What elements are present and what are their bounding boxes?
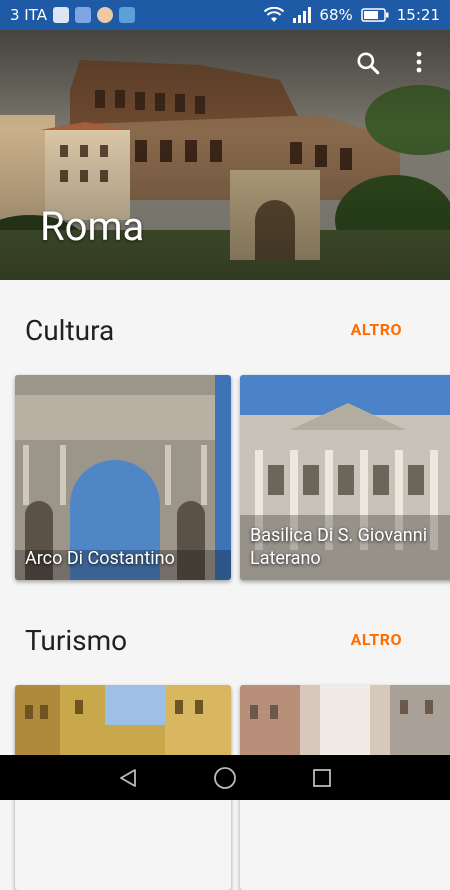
- avatar-icon: [97, 7, 113, 23]
- status-bar: 3 ITA 68% 15:21: [0, 0, 450, 30]
- battery-icon: [361, 8, 389, 22]
- home-button[interactable]: [205, 758, 245, 798]
- clock: 15:21: [396, 6, 440, 24]
- gallery-icon: [119, 7, 135, 23]
- card-label: Arco Di Costantino: [25, 548, 175, 569]
- recents-button[interactable]: [302, 758, 342, 798]
- section-title-cultura: Cultura: [25, 314, 115, 347]
- photo-icon: [53, 7, 69, 23]
- city-hero-header: Roma: [0, 30, 450, 280]
- card-image: [15, 685, 231, 765]
- home-icon: [214, 766, 236, 789]
- card-label: Basilica Di S. Giovanni Laterano: [250, 525, 428, 569]
- bluetooth-app-icon: [75, 7, 91, 23]
- search-button[interactable]: [355, 50, 385, 80]
- signal-icon: [293, 7, 312, 23]
- system-nav-bar: [0, 755, 450, 800]
- more-button-cultura[interactable]: ALTRO: [351, 320, 402, 339]
- city-title: Roma: [40, 203, 145, 250]
- place-card[interactable]: Basilica Di S. Giovanni Laterano: [240, 375, 450, 580]
- wifi-icon: [264, 7, 285, 22]
- search-icon: [357, 52, 380, 75]
- carrier-label: 3 ITA: [10, 6, 47, 24]
- battery-percent: 68%: [319, 6, 353, 24]
- place-card[interactable]: Arco Di Costantino: [15, 375, 231, 580]
- overflow-menu-button[interactable]: [407, 50, 437, 80]
- back-button[interactable]: [108, 758, 148, 798]
- back-icon: [120, 768, 137, 787]
- more-button-turismo[interactable]: ALTRO: [351, 630, 402, 649]
- card-image: [240, 685, 450, 765]
- recents-icon: [312, 768, 331, 787]
- more-vert-icon: [416, 51, 422, 73]
- section-title-turismo: Turismo: [25, 624, 128, 657]
